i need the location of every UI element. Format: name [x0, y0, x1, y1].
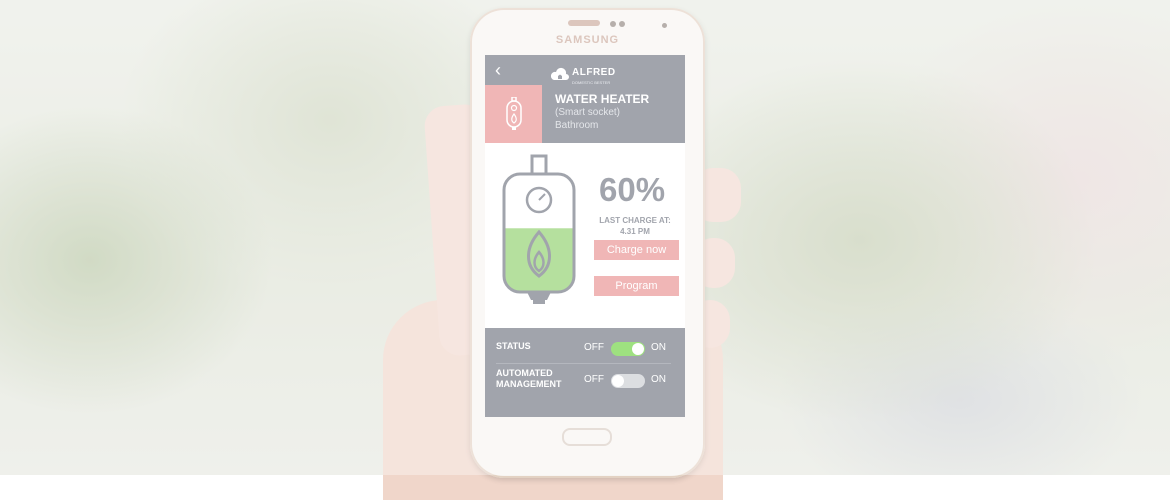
white-overlay [0, 0, 1170, 475]
